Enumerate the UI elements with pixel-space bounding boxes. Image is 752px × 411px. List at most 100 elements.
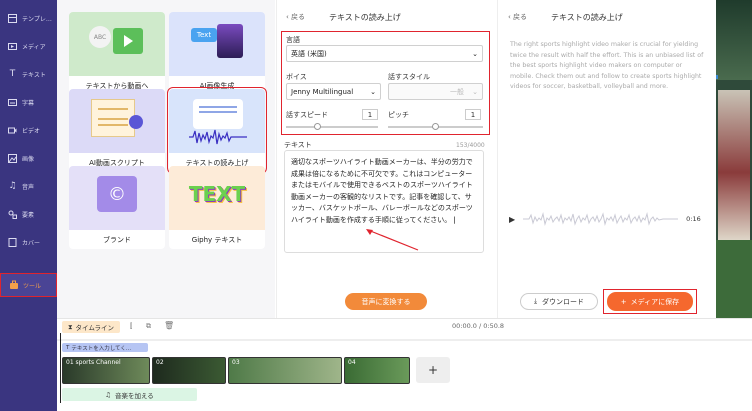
chevron-down-icon: ⌄ bbox=[370, 88, 376, 96]
panel-title: テキストの読み上げ bbox=[551, 12, 623, 22]
abc-bubble-icon: ABC bbox=[89, 26, 111, 48]
script-paper bbox=[91, 99, 135, 137]
sidebar-item-images[interactable]: 画像 bbox=[0, 146, 57, 170]
pitch-input[interactable]: 1 bbox=[465, 109, 481, 120]
text-track-label: テキストを入力してく... bbox=[71, 345, 132, 352]
video-icon bbox=[7, 125, 18, 136]
sidebar-item-label: 字幕 bbox=[22, 99, 35, 107]
text-badge: Text bbox=[191, 28, 217, 42]
app-window: テンプレ… メディア T テキスト 字幕 ビデオ 画像 ♫ 音声 要素 カバー … bbox=[0, 0, 752, 411]
audio-player: ▶ 0:16 bbox=[509, 209, 705, 229]
split-icon[interactable]: ⫿ bbox=[130, 322, 132, 331]
copyright-icon: © bbox=[97, 176, 137, 212]
tts-text-value: 適切なスポーツハイライト動画メーカーは、半分の労力で成果は倍になるために不可欠で… bbox=[291, 158, 473, 224]
play-icon[interactable]: ▶ bbox=[509, 215, 515, 224]
download-button[interactable]: ⤓ ダウンロード bbox=[520, 293, 598, 310]
tool-card-giphy-text[interactable]: TEXT Giphy テキスト bbox=[169, 166, 265, 249]
result-preview-text: The right sports highlight video maker i… bbox=[510, 41, 704, 90]
voice-select[interactable]: Jenny Multilingual ⌄ bbox=[286, 83, 381, 100]
pitch-slider[interactable] bbox=[388, 123, 483, 130]
video-clip[interactable]: 01 sports Channel bbox=[62, 357, 150, 384]
speed-label: 話すスピード bbox=[286, 111, 328, 119]
sidebar-item-text[interactable]: T テキスト bbox=[0, 62, 57, 86]
style-value: 一般 bbox=[450, 87, 464, 96]
download-icon: ⤓ bbox=[533, 297, 538, 305]
sidebar-item-label: テキスト bbox=[22, 71, 46, 79]
player-figure bbox=[718, 90, 750, 240]
tool-card-text-to-speech[interactable]: テキストの読み上げ bbox=[167, 87, 267, 174]
chevron-down-icon: ⌄ bbox=[472, 88, 478, 96]
speed-slider[interactable] bbox=[286, 123, 378, 130]
template-icon bbox=[7, 13, 18, 24]
sidebar-item-label: テンプレ… bbox=[22, 15, 52, 23]
sidebar-item-elements[interactable]: 要素 bbox=[0, 202, 57, 226]
save-to-media-button[interactable]: + メディアに保存 bbox=[607, 292, 693, 311]
sidebar-item-cover[interactable]: カバー bbox=[0, 230, 57, 254]
slider-handle[interactable] bbox=[314, 123, 321, 130]
giphy-text-art: TEXT bbox=[188, 182, 246, 206]
tool-card-brand[interactable]: © ブランド bbox=[69, 166, 165, 249]
sidebar-item-label: ツール bbox=[23, 282, 42, 290]
sidebar-item-label: 音声 bbox=[22, 183, 35, 191]
back-button[interactable]: ‹ 戻る bbox=[508, 12, 527, 22]
sidebar-item-label: カバー bbox=[22, 239, 41, 247]
timeline-icon: ⧗ bbox=[67, 322, 73, 331]
plus-icon: + bbox=[620, 297, 627, 306]
tool-card-ai-image[interactable]: Text AI画像生成 bbox=[169, 12, 265, 95]
clip-label: 04 bbox=[348, 359, 356, 366]
play-icon bbox=[124, 35, 133, 47]
speed-input[interactable]: 1 bbox=[362, 109, 378, 120]
convert-to-audio-button[interactable]: 音声に変換する bbox=[345, 293, 427, 310]
sidebar-item-templates[interactable]: テンプレ… bbox=[0, 6, 57, 30]
sidebar-item-tools[interactable]: ツール bbox=[0, 273, 57, 297]
text-track[interactable]: T テキストを入力してく... bbox=[62, 343, 148, 352]
pitch-label: ピッチ bbox=[388, 111, 409, 119]
timeline-toggle-button[interactable]: ⧗ タイムライン bbox=[62, 321, 120, 333]
clip-label: 01 sports Channel bbox=[66, 359, 121, 366]
delete-icon[interactable]: 🗑 bbox=[164, 321, 174, 330]
back-button[interactable]: ‹ 戻る bbox=[286, 12, 305, 22]
sidebar-item-subtitles[interactable]: 字幕 bbox=[0, 90, 57, 114]
add-music-track[interactable]: ♫ 音楽を加える bbox=[62, 388, 197, 401]
video-clip[interactable]: 02 bbox=[152, 357, 226, 384]
back-label: 戻る bbox=[291, 13, 306, 21]
video-clip[interactable]: 04 bbox=[344, 357, 410, 384]
card-thumbnail bbox=[69, 89, 165, 153]
language-value: 英語 (米国) bbox=[291, 49, 327, 58]
video-clip[interactable]: 03 bbox=[228, 357, 342, 384]
style-select[interactable]: 一般 ⌄ bbox=[388, 83, 483, 100]
elements-icon bbox=[7, 209, 18, 220]
cover-icon bbox=[7, 237, 18, 248]
timeline-time: 00:00.0 / 0:50.8 bbox=[452, 322, 505, 330]
card-label: ブランド bbox=[103, 235, 131, 244]
clip-label: 02 bbox=[156, 359, 164, 366]
add-clip-button[interactable]: + bbox=[416, 357, 450, 383]
clip-label: 03 bbox=[232, 359, 240, 366]
card-thumbnail bbox=[169, 89, 265, 153]
sidebar-item-video[interactable]: ビデオ bbox=[0, 118, 57, 142]
result-panel-header: ‹ 戻る テキストの読み上げ bbox=[508, 10, 623, 24]
music-icon: ♫ bbox=[8, 181, 17, 191]
voice-value: Jenny Multilingual bbox=[291, 87, 354, 96]
language-label: 言語 bbox=[286, 36, 300, 44]
language-select[interactable]: 英語 (米国) ⌄ bbox=[286, 45, 483, 62]
slider-handle[interactable] bbox=[432, 123, 439, 130]
tool-card-ai-script[interactable]: AI動画スクリプト bbox=[69, 89, 165, 172]
sidebar-item-media[interactable]: メディア bbox=[0, 34, 57, 58]
tool-card-text-to-video[interactable]: ABC テキストから動画へ bbox=[69, 12, 165, 95]
copy-icon[interactable]: ⧉ bbox=[146, 322, 151, 331]
video-preview[interactable] bbox=[716, 0, 752, 320]
sidebar-item-audio[interactable]: ♫ 音声 bbox=[0, 174, 57, 198]
sidebar: テンプレ… メディア T テキスト 字幕 ビデオ 画像 ♫ 音声 要素 カバー … bbox=[0, 0, 57, 411]
panel-title: テキストの読み上げ bbox=[329, 12, 401, 22]
sidebar-item-label: 画像 bbox=[22, 155, 35, 163]
sidebar-item-label: ビデオ bbox=[22, 127, 41, 135]
audio-waveform[interactable] bbox=[523, 212, 679, 226]
image-icon bbox=[7, 153, 18, 164]
card-thumbnail: ABC bbox=[69, 12, 165, 76]
music-icon: ♫ bbox=[105, 390, 111, 399]
timeline-ruler[interactable] bbox=[57, 335, 752, 341]
char-count: 153/4000 bbox=[456, 142, 485, 149]
sidebar-item-label: メディア bbox=[22, 43, 46, 51]
download-label: ダウンロード bbox=[542, 297, 585, 306]
